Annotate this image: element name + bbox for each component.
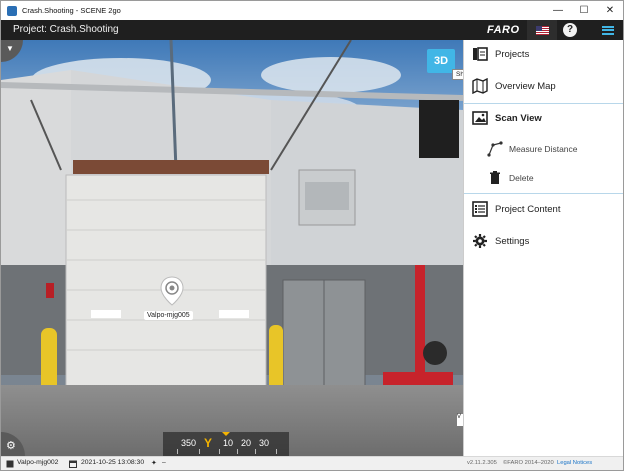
compass-tick <box>237 449 238 454</box>
compass-tick <box>199 449 200 454</box>
compass-tick <box>177 449 178 454</box>
calendar-icon <box>69 460 77 468</box>
compass-value: 350 <box>181 438 197 448</box>
scan-marker-label[interactable]: Valpo-mjg005 <box>144 311 193 320</box>
map-icon <box>472 78 488 94</box>
gear-icon: ⚙ <box>6 440 16 452</box>
compass-tick <box>255 449 256 454</box>
trash-icon <box>490 171 500 184</box>
close-button[interactable]: ✕ <box>597 1 623 20</box>
scan-timestamp: 2021-10-25 13:08:30 <box>81 459 145 466</box>
status-bar: Valpo-mjg002 2021-10-25 13:08:30 ✦ – v2.… <box>1 456 623 470</box>
menu-divider <box>464 193 623 194</box>
project-title: Project: Crash.Shooting <box>13 24 119 35</box>
language-button[interactable] <box>527 20 557 40</box>
compass-value: 10 <box>223 438 234 448</box>
hamburger-icon <box>602 25 614 35</box>
menu-item-label: Delete <box>509 173 534 183</box>
hamburger-menu-button[interactable] <box>593 20 623 40</box>
gear-icon <box>473 234 487 248</box>
window-controls: — ☐ ✕ <box>545 1 623 20</box>
app-icon <box>7 5 17 16</box>
menu-item-delete[interactable]: Delete <box>464 167 623 189</box>
scan-icon <box>6 460 14 468</box>
menu-item-label: Projects <box>495 48 530 60</box>
menu-item-projects[interactable]: Projects <box>464 42 623 66</box>
menu-item-label: Scan View <box>495 112 542 124</box>
menu-divider <box>464 103 623 104</box>
menu-item-label: Measure Distance <box>509 144 578 154</box>
help-button[interactable]: ? <box>563 23 577 37</box>
image-icon <box>472 111 488 125</box>
list-icon <box>472 201 488 217</box>
compass-heading-bar[interactable]: 350 Y 10 20 30 <box>163 432 289 456</box>
chevron-down-icon: ▼ <box>6 44 14 53</box>
maximize-button[interactable]: ☐ <box>571 1 597 20</box>
minimize-button[interactable]: — <box>545 1 571 20</box>
menu-item-overview-map[interactable]: Overview Map <box>464 74 623 98</box>
us-flag-icon <box>535 25 549 35</box>
faro-logo: FARO <box>487 24 520 36</box>
menu-item-label: Project Content <box>495 203 561 215</box>
menu-item-measure-distance[interactable]: Measure Distance <box>464 138 623 160</box>
scan-location-pin-icon[interactable] <box>159 276 185 306</box>
compass-tick <box>276 449 277 454</box>
status-extra: – <box>162 459 166 466</box>
projects-icon <box>473 47 488 61</box>
menu-item-label: Overview Map <box>495 80 556 92</box>
menu-item-label: Settings <box>495 235 530 247</box>
side-menu: Projects Overview Map Scan View Measure … <box>463 40 623 456</box>
heading-caret <box>222 432 230 436</box>
title-bar: Crash.Shooting - SCENE 2go — ☐ ✕ <box>1 1 623 20</box>
app-window: Crash.Shooting - SCENE 2go — ☐ ✕ Project… <box>0 0 624 471</box>
menu-item-scan-view[interactable]: Scan View <box>464 106 623 130</box>
legal-notices-link[interactable]: Legal Notices <box>557 460 592 466</box>
copyright-label: ©FARO 2014–2020 <box>503 460 554 466</box>
tooltip: Show Panorama Image <box>452 69 463 80</box>
app-header: Project: Crash.Shooting FARO ? <box>1 20 623 40</box>
menu-item-settings[interactable]: Settings <box>464 229 623 253</box>
compass-tick <box>219 449 220 454</box>
scan-viewport[interactable]: ▼ 3D Show Panorama Image Valpo-mjg005 35… <box>1 40 463 456</box>
panorama-image <box>1 40 463 456</box>
menu-item-project-content[interactable]: Project Content <box>464 197 623 221</box>
measure-icon <box>487 141 503 157</box>
version-label: v2.11.2.305 <box>467 460 497 466</box>
compass-heading-letter: Y <box>204 436 213 450</box>
window-title: Crash.Shooting - SCENE 2go <box>22 6 121 15</box>
view-3d-button[interactable]: 3D <box>427 49 455 73</box>
current-scan-name: Valpo-mjg002 <box>17 459 59 466</box>
compass-value: 20 <box>241 438 252 448</box>
compass-value: 30 <box>259 438 270 448</box>
pin-icon[interactable]: ✦ <box>151 459 157 467</box>
